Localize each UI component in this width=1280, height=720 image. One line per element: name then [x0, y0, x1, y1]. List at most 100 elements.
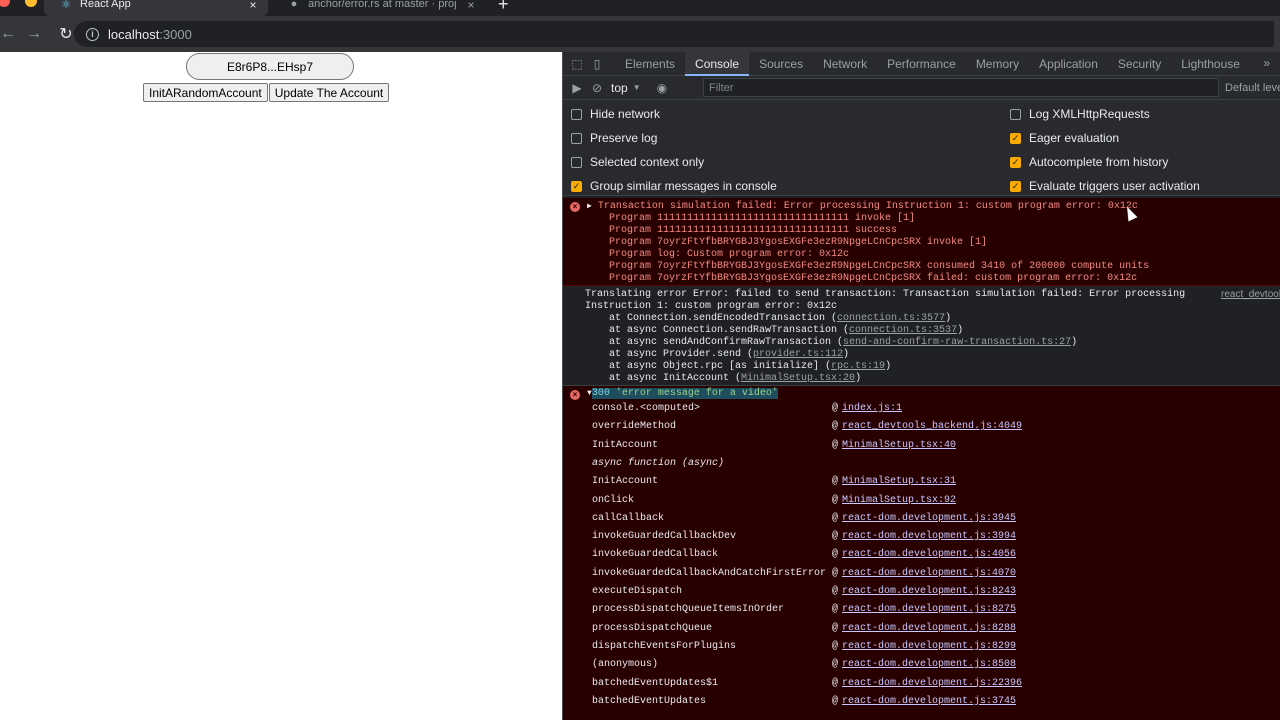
chevron-down-icon: ▼	[632, 83, 641, 92]
console-filter-bar: ▶ ⊘ top▼ ◉ Default levels	[563, 76, 1280, 100]
setting-log-xhr[interactable]: Log XMLHttpRequests	[1010, 107, 1150, 121]
at-symbol: @	[832, 604, 839, 616]
stack-frame-link[interactable]: send-and-confirm-raw-transaction.ts:27	[843, 337, 1071, 348]
setting-hide-network[interactable]: Hide network	[571, 107, 660, 121]
stack-frame-link[interactable]: react-dom.development.js:4070	[842, 565, 1016, 583]
stack-function-name: InitAccount	[592, 439, 659, 451]
stack-frame-link[interactable]: react-dom.development.js:8243	[842, 583, 1016, 601]
stack-function-name: batchedEventUpdates$1	[592, 677, 719, 689]
setting-selected-context-only[interactable]: Selected context only	[571, 155, 704, 169]
context-selector[interactable]: top ▼	[611, 81, 641, 95]
setting-evaluate-triggers[interactable]: ✓ Evaluate triggers user activation	[1010, 179, 1200, 193]
minimize-window-button[interactable]	[25, 0, 37, 7]
tab-security[interactable]: Security	[1108, 52, 1171, 76]
setting-preserve-log[interactable]: Preserve log	[571, 131, 657, 145]
stack-frame: InitAccount @ MinimalSetup.tsx:40	[592, 437, 1280, 455]
forward-arrow-icon[interactable]: →	[22, 25, 46, 43]
tab-sources[interactable]: Sources	[749, 52, 813, 76]
at-symbol: @	[832, 403, 839, 414]
stack-frame-link[interactable]: react-dom.development.js:3745	[842, 693, 1016, 711]
tab-github-error-rs[interactable]: ● anchor/error.rs at master · proj ×	[272, 0, 486, 16]
stack-frame-link[interactable]: react-dom.development.js:8299	[842, 638, 1016, 656]
setting-autocomplete-history[interactable]: ✓ Autocomplete from history	[1010, 155, 1168, 169]
stack-frame-link[interactable]: react-dom.development.js:3994	[842, 528, 1016, 546]
setting-eager-evaluation[interactable]: ✓ Eager evaluation	[1010, 131, 1119, 145]
error-title[interactable]: ▼300 'error message for a video'	[587, 388, 778, 400]
back-arrow-icon[interactable]: ←	[0, 25, 16, 43]
close-icon[interactable]: ×	[464, 0, 478, 12]
stack-function-name: processDispatchQueueItemsInOrder	[592, 604, 785, 616]
stack-frame-link[interactable]: react-dom.development.js:4056	[842, 546, 1016, 564]
setting-group-similar[interactable]: ✓ Group similar messages in console	[571, 179, 777, 193]
error-title[interactable]: ▶ Transaction simulation failed: Error p…	[587, 201, 1138, 213]
checkbox-checked[interactable]: ✓	[571, 180, 582, 192]
stack-frame-link[interactable]: react-dom.development.js:8288	[842, 620, 1016, 638]
stack-frame-link[interactable]: react-dom.development.js:8508	[842, 656, 1016, 674]
new-tab-button[interactable]: +	[498, 0, 509, 15]
stack-frame-link[interactable]: react-dom.development.js:8275	[842, 601, 1016, 619]
stack-frame-link[interactable]: react_devtools_backend.js:4049	[842, 418, 1022, 436]
stack-frame-link[interactable]: connection.ts:3577	[837, 313, 945, 324]
close-window-button[interactable]	[0, 0, 10, 7]
tab-application[interactable]: Application	[1029, 52, 1108, 76]
stack-frame-link[interactable]: MinimalSetup.tsx:92	[842, 492, 956, 510]
stack-frame-link[interactable]: MinimalSetup.tsx:20	[741, 373, 855, 384]
inspect-element-icon[interactable]: ⬚	[567, 57, 587, 71]
at-symbol: @	[832, 494, 839, 506]
tab-elements[interactable]: Elements	[615, 52, 685, 76]
stack-frame: at async Provider.send (provider.ts:112)	[609, 349, 850, 360]
console-log-message: Translating error Error: failed to send …	[563, 286, 1280, 386]
stack-frame-link[interactable]: react-dom.development.js:3945	[842, 510, 1016, 528]
async-separator: async function (async)	[592, 455, 1280, 473]
stack-function-name: overrideMethod	[592, 421, 677, 433]
stack-frame-link[interactable]: MinimalSetup.tsx:31	[842, 473, 956, 491]
checkbox-checked[interactable]: ✓	[1010, 180, 1021, 192]
at-symbol: @	[832, 622, 839, 634]
checkbox[interactable]	[1010, 108, 1021, 120]
at-symbol: @	[832, 476, 839, 488]
tab-lighthouse[interactable]: Lighthouse	[1171, 52, 1250, 76]
log-source-link[interactable]: react_devtools_backend.js:4049	[1221, 289, 1280, 300]
console-filter-input[interactable]	[703, 78, 1219, 97]
stack-function-name: invokeGuardedCallbackDev	[592, 531, 737, 543]
checkbox[interactable]	[571, 108, 582, 120]
stack-frame-link[interactable]: provider.ts:112	[753, 349, 843, 360]
checkbox[interactable]	[571, 156, 582, 168]
stack-frame-link[interactable]: connection.ts:3537	[849, 325, 957, 336]
stack-frame-link[interactable]: MinimalSetup.tsx:40	[842, 437, 956, 455]
more-tabs-icon[interactable]: »	[1263, 56, 1270, 70]
error-line: Program 11111111111111111111111111111111…	[609, 225, 898, 236]
stack-frame: processDispatchQueueItemsInOrder @ react-d…	[592, 601, 1280, 619]
sidebar-toggle-icon[interactable]: ▶	[567, 81, 587, 95]
device-toolbar-icon[interactable]: ▯	[587, 57, 607, 71]
pubkey-display[interactable]: E8r6P8...EHsp7	[186, 53, 354, 80]
clear-console-icon[interactable]: ⊘	[587, 81, 607, 95]
stack-frame-link[interactable]: index.js:1	[842, 400, 902, 418]
checkbox-checked[interactable]: ✓	[1010, 132, 1021, 144]
expand-caret-icon[interactable]: ▶	[587, 202, 592, 211]
close-icon[interactable]: ×	[246, 0, 260, 12]
stack-frame: overrideMethod @ react_devtools_backend.js…	[592, 418, 1280, 436]
checkbox-checked[interactable]: ✓	[1010, 156, 1021, 168]
stack-frame-link[interactable]: react-dom.development.js:22396	[842, 675, 1022, 693]
log-levels-dropdown[interactable]: Default levels	[1225, 82, 1280, 94]
stack-function-name: dispatchEventsForPlugins	[592, 640, 737, 652]
console-output: × ▶ Transaction simulation failed: Error…	[563, 198, 1280, 720]
tab-network[interactable]: Network	[813, 52, 877, 76]
init-random-account-button[interactable]: InitARandomAccount	[143, 83, 268, 102]
info-icon[interactable]: i	[86, 27, 99, 41]
stack-frame: processDispatchQueue @ react-dom.developme…	[592, 620, 1280, 638]
update-account-button[interactable]: Update The Account	[268, 83, 390, 102]
eye-icon[interactable]: ◉	[657, 81, 667, 95]
tab-console[interactable]: Console	[685, 51, 750, 76]
tab-react-app[interactable]: ⚛ React App ×	[44, 0, 268, 16]
stack-function-name: invokeGuardedCallbackAndCatchFirstError	[592, 567, 827, 579]
tab-memory[interactable]: Memory	[966, 52, 1029, 76]
address-bar[interactable]: i localhost:3000	[74, 21, 1274, 47]
stack-frame-link[interactable]: rpc.ts:19	[831, 361, 885, 372]
stack-frame: InitAccount @ MinimalSetup.tsx:31	[592, 473, 1280, 491]
tab-label: React App	[80, 0, 131, 10]
error-line: Program 11111111111111111111111111111111…	[609, 213, 916, 224]
tab-performance[interactable]: Performance	[877, 52, 966, 76]
checkbox[interactable]	[571, 132, 582, 144]
